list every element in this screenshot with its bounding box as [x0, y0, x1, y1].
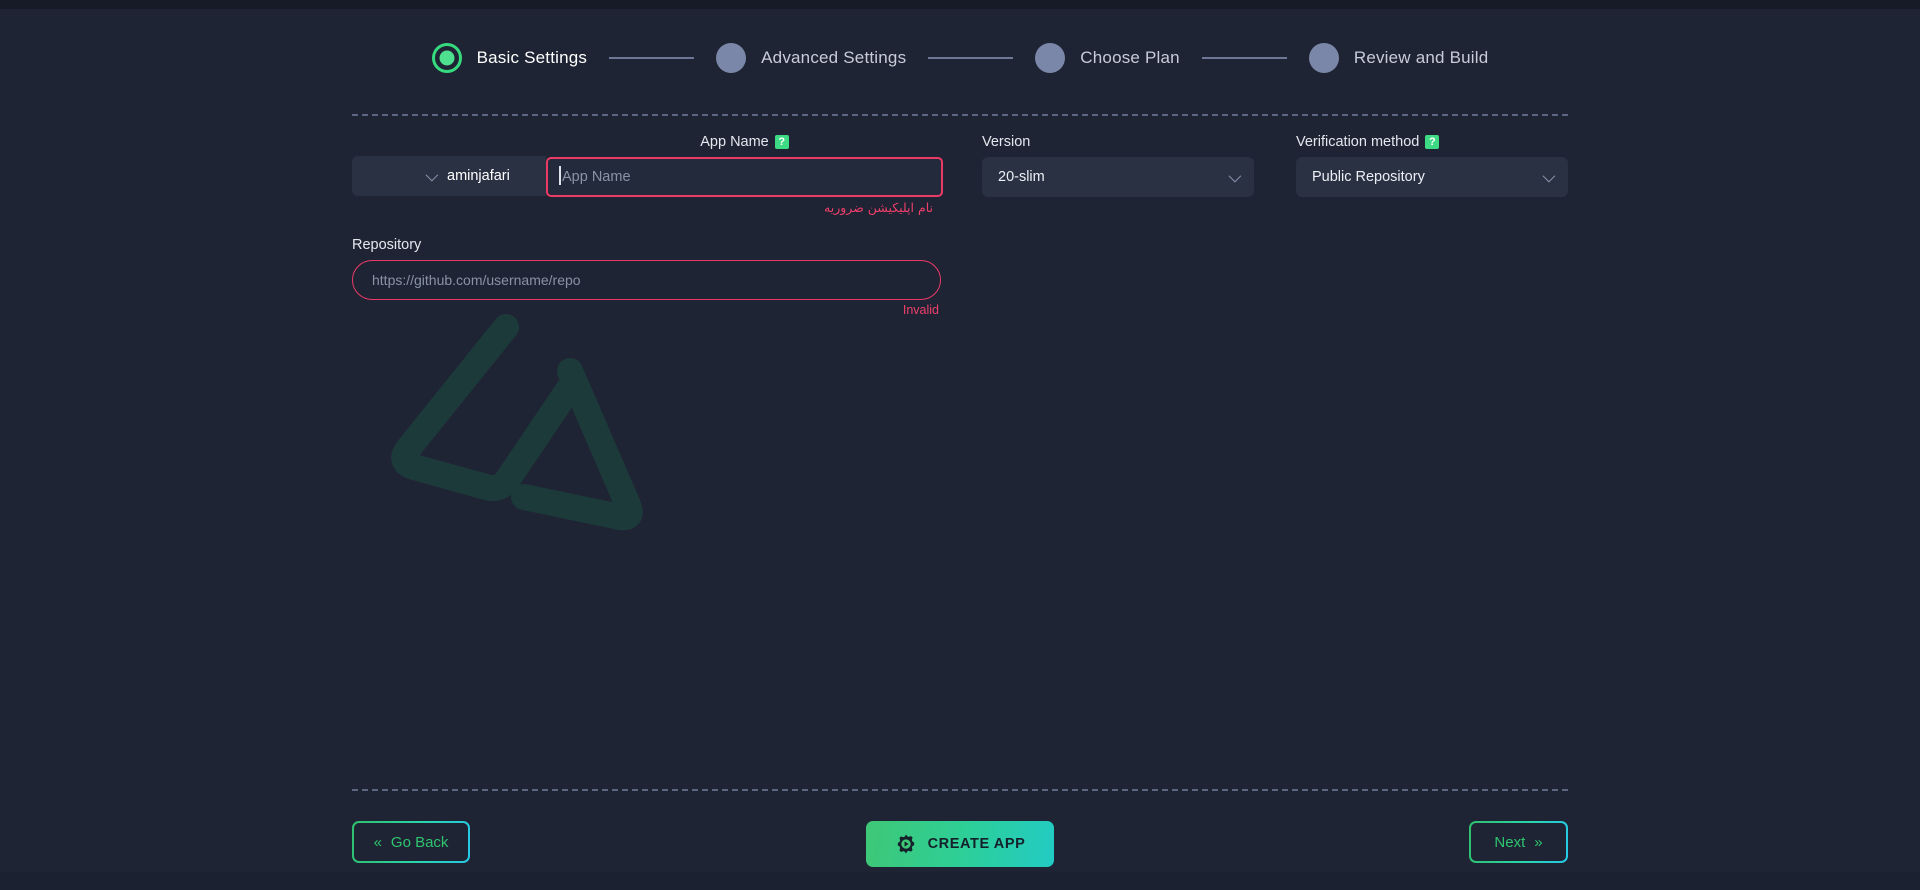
- go-back-button-label: Go Back: [390, 833, 449, 851]
- question-mark-icon[interactable]: ?: [1425, 135, 1440, 149]
- app-name-field-group: App Name ? نام اپلیکیشن ضروریه: [546, 134, 943, 215]
- next-button-inner: Next »: [1471, 823, 1566, 861]
- chevron-down-icon: [425, 168, 439, 181]
- app-name-error-message: نام اپلیکیشن ضروریه: [824, 200, 933, 215]
- step-connector-2: [928, 57, 1014, 59]
- wizard-stepper: Basic Settings Advanced Settings Choose …: [0, 43, 1920, 73]
- verification-method-select[interactable]: Public Repository: [1296, 157, 1568, 197]
- owner-select[interactable]: aminjafari: [352, 156, 546, 196]
- go-back-button-inner: « Go Back: [354, 823, 468, 861]
- verification-method-label-row: Verification method ?: [1296, 134, 1568, 150]
- create-app-button[interactable]: CREATE APP: [866, 821, 1054, 867]
- repository-field-group: Repository Invalid: [352, 237, 941, 317]
- step-label-basic-settings: Basic Settings: [476, 48, 588, 67]
- app-name-input[interactable]: [546, 157, 943, 197]
- step-label-review-and-build: Review and Build: [1353, 48, 1489, 67]
- form-row-primary: aminjafari App Name ? نام اپلیکیشن ضروری…: [352, 134, 1568, 215]
- step-dot-choose-plan: [1035, 43, 1066, 73]
- repository-input[interactable]: [352, 260, 941, 300]
- step-basic-settings[interactable]: Basic Settings: [431, 43, 588, 73]
- form-area: aminjafari App Name ? نام اپلیکیشن ضروری…: [352, 134, 1568, 317]
- create-app-button-label: CREATE APP: [927, 836, 1026, 852]
- step-connector-1: [609, 57, 695, 59]
- repository-label: Repository: [352, 237, 422, 253]
- question-mark-icon[interactable]: ?: [774, 135, 789, 149]
- repository-label-row: Repository: [352, 237, 941, 253]
- wizard-footer: « Go Back CREATE APP Next »: [352, 821, 1568, 869]
- owner-select-value: aminjafari: [447, 168, 510, 184]
- step-connector-3: [1201, 57, 1287, 59]
- version-label-row: Version: [982, 134, 1254, 150]
- version-select-value: 20-slim: [998, 169, 1045, 185]
- step-advanced-settings[interactable]: Advanced Settings: [716, 43, 906, 73]
- app-name-label-row: App Name ?: [546, 134, 943, 150]
- gear-icon: [897, 834, 914, 854]
- chevron-double-right-icon: »: [1534, 833, 1543, 851]
- app-name-label: App Name: [700, 134, 769, 150]
- version-select[interactable]: 20-slim: [982, 157, 1254, 197]
- step-dot-review-and-build: [1308, 43, 1339, 73]
- next-button[interactable]: Next »: [1469, 821, 1568, 863]
- chevron-down-icon: [1228, 169, 1242, 182]
- brand-logo-icon: [391, 314, 643, 531]
- step-dot-basic-settings: [431, 43, 462, 73]
- wizard-page: Basic Settings Advanced Settings Choose …: [0, 9, 1920, 872]
- go-back-button[interactable]: « Go Back: [352, 821, 470, 863]
- divider-top: [352, 114, 1568, 116]
- step-dot-advanced-settings: [716, 43, 747, 73]
- window-bottom-bar: [0, 872, 1920, 890]
- step-choose-plan[interactable]: Choose Plan: [1035, 43, 1180, 73]
- step-label-advanced-settings: Advanced Settings: [761, 48, 907, 67]
- step-label-choose-plan: Choose Plan: [1080, 48, 1180, 67]
- verification-method-select-value: Public Repository: [1312, 169, 1425, 185]
- version-label: Version: [982, 134, 1031, 150]
- verification-method-label: Verification method: [1296, 134, 1420, 150]
- verification-method-field-group: Verification method ? Public Repository: [1296, 134, 1568, 197]
- window-top-bar: [0, 0, 1920, 9]
- chevron-down-icon: [1542, 169, 1556, 182]
- chevron-double-left-icon: «: [373, 833, 382, 851]
- next-button-label: Next: [1494, 833, 1526, 851]
- version-field-group: Version 20-slim: [982, 134, 1254, 197]
- repository-error-message: Invalid: [902, 303, 939, 317]
- step-review-and-build[interactable]: Review and Build: [1308, 43, 1489, 73]
- divider-bottom: [352, 789, 1568, 791]
- text-caret: [559, 166, 561, 185]
